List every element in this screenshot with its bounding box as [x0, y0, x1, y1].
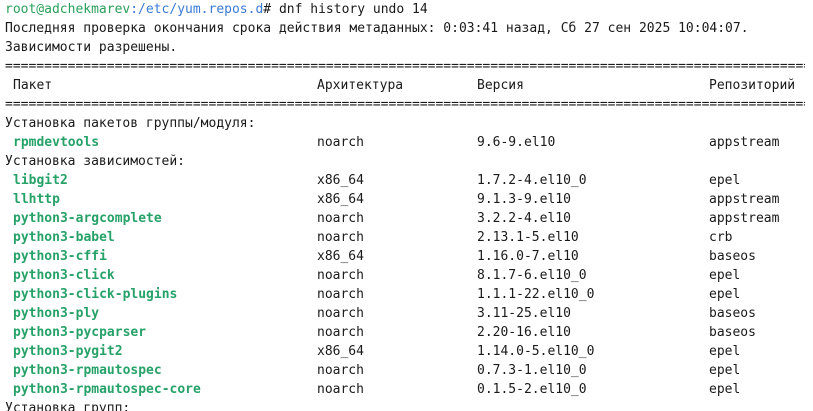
package-repo: epel	[709, 173, 741, 188]
package-name: python3-pygit2	[13, 344, 123, 359]
package-name: python3-click	[13, 268, 115, 283]
separator-header: ========================================…	[5, 97, 805, 112]
package-arch: noarch	[317, 363, 364, 378]
package-repo: epel	[709, 268, 741, 283]
package-repo: appstream	[709, 211, 780, 226]
package-repo: epel	[709, 344, 741, 359]
package-row: python3-babel noarch 2.13.1-5.el10 crb	[0, 228, 813, 247]
package-version: 1.1.1-22.el10_0	[477, 287, 595, 302]
next-section-partial: Установка групп:	[5, 401, 131, 411]
package-version: 8.1.7-6.el10_0	[477, 268, 587, 283]
package-version: 1.7.2-4.el10_0	[477, 173, 587, 188]
package-arch: noarch	[317, 268, 364, 283]
package-arch: noarch	[317, 135, 364, 150]
package-arch: noarch	[317, 382, 364, 397]
package-repo: baseos	[709, 325, 756, 340]
package-arch: noarch	[317, 211, 364, 226]
package-arch: x86_64	[317, 344, 364, 359]
package-repo: appstream	[709, 135, 780, 150]
package-row: python3-ply noarch 3.11-25.el10 baseos	[0, 304, 813, 323]
package-row: python3-rpmautospec noarch 0.7.3-1.el10_0 e…	[0, 361, 813, 380]
package-repo: epel	[709, 363, 741, 378]
package-version: 3.2.2-4.el10	[477, 211, 571, 226]
header-version: Версия	[477, 78, 524, 93]
package-repo: appstream	[709, 192, 780, 207]
package-name: llhttp	[13, 192, 60, 207]
package-version: 2.13.1-5.el10	[477, 230, 579, 245]
package-repo: baseos	[709, 306, 756, 321]
package-name: python3-babel	[13, 230, 115, 245]
package-row: llhttp x86_64 9.1.3-9.el10 appstream	[0, 190, 813, 209]
terminal-window[interactable]: root@adchekmarev:/etc/yum.repos.d# dnf h…	[0, 0, 813, 411]
header-arch: Архитектура	[317, 78, 404, 93]
package-arch: x86_64	[317, 249, 364, 264]
package-name: libgit2	[13, 173, 68, 188]
package-repo: epel	[709, 382, 741, 397]
package-name: python3-argcomplete	[13, 211, 162, 226]
package-arch: noarch	[317, 325, 364, 340]
package-repo: crb	[709, 230, 733, 245]
package-version: 9.6-9.el10	[477, 135, 556, 150]
package-row: rpmdevtools noarch 9.6-9.el10 appstream	[0, 133, 813, 152]
section-deps-install: Установка зависимостей:	[5, 154, 186, 169]
table-header: Пакет Архитектура Версия Репозиторий	[0, 76, 813, 95]
package-name: python3-rpmautospec	[13, 363, 162, 378]
package-name: python3-cffi	[13, 249, 107, 264]
package-version: 1.14.0-5.el10_0	[477, 344, 595, 359]
package-row: python3-cffi x86_64 1.16.0-7.el10 baseos	[0, 247, 813, 266]
package-row: python3-click-plugins noarch 1.1.1-22.el10…	[0, 285, 813, 304]
package-version: 0.1.5-2.el10_0	[477, 382, 587, 397]
package-repo: baseos	[709, 249, 756, 264]
package-arch: noarch	[317, 230, 364, 245]
package-row: python3-click noarch 8.1.7-6.el10_0 epel	[0, 266, 813, 285]
prompt-user-host: root@adchekmarev	[5, 2, 131, 17]
package-version: 1.16.0-7.el10	[477, 249, 579, 264]
command-prompt-line: root@adchekmarev:/etc/yum.repos.d# dnf h…	[5, 0, 428, 19]
header-repo: Репозиторий	[709, 78, 796, 93]
package-arch: noarch	[317, 287, 364, 302]
package-name: python3-pycparser	[13, 325, 147, 340]
package-version: 9.1.3-9.el10	[477, 192, 571, 207]
prompt-command: # dnf history undo 14	[263, 2, 428, 17]
package-arch: x86_64	[317, 192, 364, 207]
header-package: Пакет	[13, 78, 53, 93]
package-name: python3-click-plugins	[13, 287, 178, 302]
package-name: rpmdevtools	[13, 135, 100, 150]
section-group-install: Установка пакетов группы/модуля:	[5, 116, 256, 131]
deps-resolved-line: Зависимости разрешены.	[5, 40, 178, 55]
separator-top: ========================================…	[5, 59, 805, 74]
prompt-path: :/etc/yum.repos.d	[130, 2, 264, 17]
package-version: 2.20-16.el10	[477, 325, 571, 340]
package-version: 3.11-25.el10	[477, 306, 571, 321]
package-name: python3-ply	[13, 306, 100, 321]
package-row: python3-rpmautospec-core noarch 0.1.5-2.el…	[0, 380, 813, 399]
package-row: libgit2 x86_64 1.7.2-4.el10_0 epel	[0, 171, 813, 190]
metadata-check-line: Последняя проверка окончания срока дейст…	[5, 21, 749, 36]
package-arch: x86_64	[317, 173, 364, 188]
package-arch: noarch	[317, 306, 364, 321]
package-row: python3-pycparser noarch 2.20-16.el10 baseo…	[0, 323, 813, 342]
package-name: python3-rpmautospec-core	[13, 382, 201, 397]
package-repo: epel	[709, 287, 741, 302]
package-version: 0.7.3-1.el10_0	[477, 363, 587, 378]
package-row: python3-argcomplete noarch 3.2.2-4.el10 app…	[0, 209, 813, 228]
package-row: python3-pygit2 x86_64 1.14.0-5.el10_0 epel	[0, 342, 813, 361]
